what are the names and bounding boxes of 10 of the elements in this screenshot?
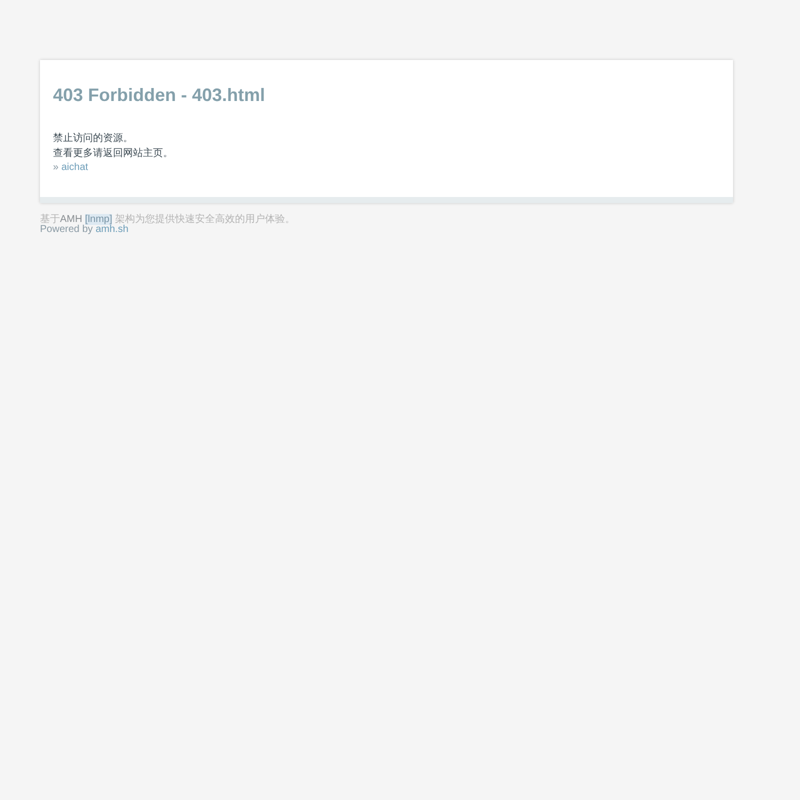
page-title: 403 Forbidden - 403.html [53, 85, 266, 107]
amh-sh-link[interactable]: amh.sh [96, 224, 128, 235]
message-text: 查看更多请返回网站主页。 [53, 146, 174, 161]
lnmp-link[interactable]: [lnmp] [85, 214, 112, 225]
footer-sentence: 基于AMH [lnmp] 架构为您提供快速安全高效的用户体验。 [40, 214, 296, 225]
amh-link[interactable]: AMH [60, 214, 82, 225]
powered-by-text: Powered by amh.sh [40, 224, 130, 235]
site-link[interactable]: aichat [61, 162, 88, 173]
message-text: 禁止访问的资源。 [53, 132, 134, 146]
back-link-line: » aichat [53, 160, 90, 175]
